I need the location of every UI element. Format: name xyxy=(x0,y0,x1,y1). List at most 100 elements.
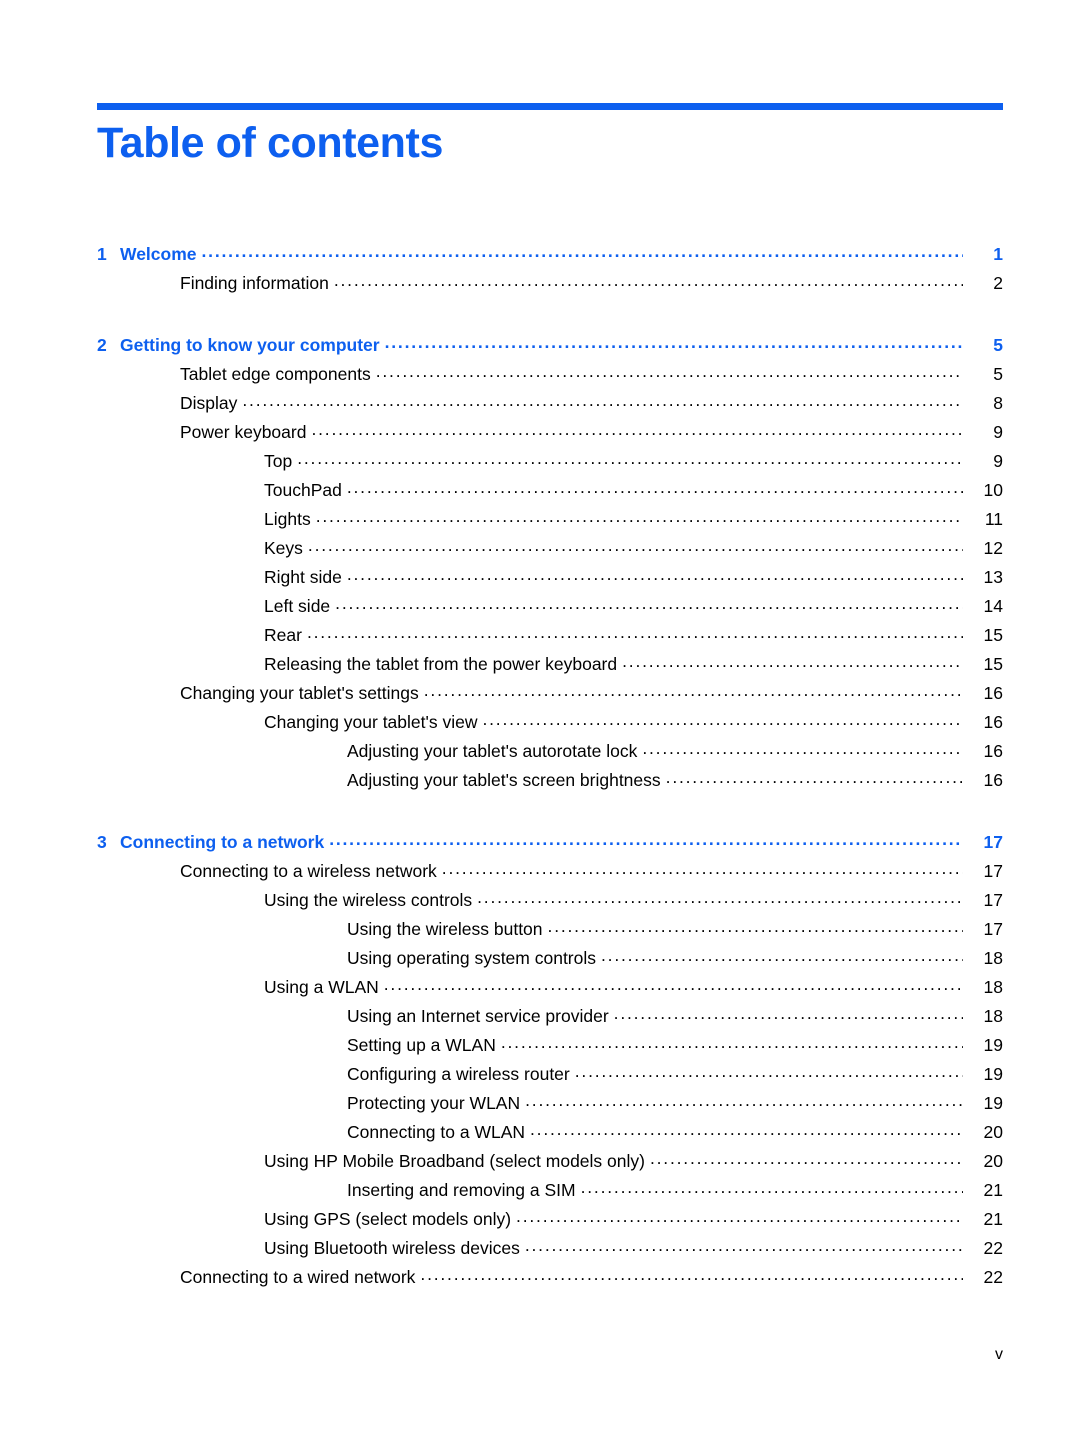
toc-entry-row[interactable]: Connecting to a WLAN 20 xyxy=(97,1118,1003,1147)
toc-dot-leader xyxy=(614,1005,963,1023)
toc-dot-leader xyxy=(334,272,963,290)
toc-entry-row[interactable]: Left side 14 xyxy=(97,592,1003,621)
toc-entry-label: Tablet edge components xyxy=(180,364,371,384)
toc-entry-row[interactable]: Using HP Mobile Broadband (select models… xyxy=(97,1147,1003,1176)
toc-entry-row[interactable]: Using an Internet service provider 18 xyxy=(97,1002,1003,1031)
toc-entry-row[interactable]: Setting up a WLAN 19 xyxy=(97,1031,1003,1060)
toc-entry-row[interactable]: Configuring a wireless router 19 xyxy=(97,1060,1003,1089)
toc-entry-label: Right side xyxy=(264,567,342,587)
toc-dot-leader xyxy=(482,711,963,729)
toc-entry-row[interactable]: Keys 12 xyxy=(97,534,1003,563)
toc-entry-label: Changing your tablet's view xyxy=(264,712,478,732)
table-of-contents: 1Welcome1Finding information2 2Getting to… xyxy=(97,240,1003,1292)
toc-entry-label: Using the wireless controls xyxy=(264,890,473,910)
toc-entry-label: Connecting to a wired network xyxy=(180,1267,416,1287)
toc-entry-row[interactable]: Using operating system controls 18 xyxy=(97,944,1003,973)
toc-dot-leader xyxy=(516,1208,963,1226)
toc-page-number: 19 xyxy=(983,1064,1003,1084)
toc-entry-label: Connecting to a network xyxy=(120,832,325,852)
toc-dot-leader xyxy=(420,1266,963,1284)
toc-entry-row[interactable]: Lights 11 xyxy=(97,505,1003,534)
toc-page-number: 8 xyxy=(993,393,1003,413)
toc-entry-row[interactable]: Power keyboard 9 xyxy=(97,418,1003,447)
toc-entry-row[interactable]: Connecting to a wireless network 17 xyxy=(97,857,1003,886)
toc-chapter-row[interactable]: 2 Getting to know your computer 5 xyxy=(97,331,1003,360)
toc-dot-leader xyxy=(385,334,963,352)
toc-entry-row[interactable]: Using GPS (select models only) 21 xyxy=(97,1205,1003,1234)
toc-dot-leader xyxy=(530,1121,963,1139)
toc-entry-row[interactable]: TouchPad 10 xyxy=(97,476,1003,505)
toc-page-number: 14 xyxy=(983,596,1003,616)
toc-page-number: 16 xyxy=(983,712,1003,732)
toc-entry-label: TouchPad xyxy=(264,480,342,500)
toc-entry-row[interactable]: Display 8 xyxy=(97,389,1003,418)
toc-page-number: 15 xyxy=(983,625,1003,645)
toc-entry-row[interactable]: Finding information 2 xyxy=(97,269,1003,298)
toc-entry-label: Using Bluetooth wireless devices xyxy=(264,1238,520,1258)
toc-entry-row[interactable]: Releasing the tablet from the power keyb… xyxy=(97,650,1003,679)
toc-entry-row[interactable]: Connecting to a wired network 22 xyxy=(97,1263,1003,1292)
toc-dot-leader xyxy=(316,508,963,526)
toc-entry-label: Changing your tablet's settings xyxy=(180,683,419,703)
toc-entry-row[interactable]: Adjusting your tablet's screen brightnes… xyxy=(97,766,1003,795)
toc-page-number: 17 xyxy=(983,890,1003,910)
toc-page-number: 22 xyxy=(983,1267,1003,1287)
toc-entry-label: Using HP Mobile Broadband (select models… xyxy=(264,1151,645,1171)
toc-dot-leader xyxy=(622,653,963,671)
toc-dot-leader xyxy=(666,769,963,787)
page-heading-block: Table of contents xyxy=(97,103,1003,169)
footer-page-number: v xyxy=(995,1346,1003,1363)
heading-accent-rule xyxy=(97,103,1003,110)
toc-entry-row[interactable]: Changing your tablet's settings 16 xyxy=(97,679,1003,708)
toc-entry-label: Using a WLAN xyxy=(264,977,379,997)
toc-entry-label: Setting up a WLAN xyxy=(347,1035,496,1055)
toc-dot-leader xyxy=(581,1179,963,1197)
toc-entry-row[interactable]: Using the wireless controls 17 xyxy=(97,886,1003,915)
toc-chapter-row[interactable]: 3 Connecting to a network 17 xyxy=(97,828,1003,857)
toc-dot-leader xyxy=(650,1150,963,1168)
toc-page-number: 19 xyxy=(983,1093,1003,1113)
toc-entry-row[interactable]: Right side 13 xyxy=(97,563,1003,592)
toc-page-number: 22 xyxy=(983,1238,1003,1258)
toc-entry-row[interactable]: Top 9 xyxy=(97,447,1003,476)
toc-entry-row[interactable]: Using Bluetooth wireless devices 22 xyxy=(97,1234,1003,1263)
toc-dot-leader xyxy=(548,918,963,936)
toc-page-number: 20 xyxy=(983,1122,1003,1142)
toc-entry-row[interactable]: Tablet edge components 5 xyxy=(97,360,1003,389)
toc-entry-label: Configuring a wireless router xyxy=(347,1064,570,1084)
toc-entry-row[interactable]: Inserting and removing a SIM 21 xyxy=(97,1176,1003,1205)
toc-page-number: 9 xyxy=(993,422,1003,442)
toc-page-number: 17 xyxy=(983,861,1003,881)
toc-page-number: 18 xyxy=(983,1006,1003,1026)
toc-page-number: 18 xyxy=(983,948,1003,968)
toc-entry-label: Left side xyxy=(264,596,331,616)
toc-page-number: 11 xyxy=(984,509,1003,529)
toc-dot-leader xyxy=(376,363,963,381)
toc-entry-label: Connecting to a WLAN xyxy=(347,1122,526,1142)
toc-dot-leader xyxy=(575,1063,963,1081)
toc-dot-leader xyxy=(329,831,963,849)
toc-entry-row[interactable]: Adjusting your tablet's autorotate lock 1… xyxy=(97,737,1003,766)
toc-entry-label: Finding information xyxy=(180,273,329,293)
toc-entry-label: Rear xyxy=(264,625,302,645)
toc-entry-label: Protecting your WLAN xyxy=(347,1093,521,1113)
toc-page-number: 5 xyxy=(993,335,1003,355)
toc-entry-label: Keys xyxy=(264,538,303,558)
toc-entry-row[interactable]: Protecting your WLAN 19 xyxy=(97,1089,1003,1118)
toc-page-number: 17 xyxy=(983,919,1003,939)
toc-page-number: 15 xyxy=(983,654,1003,674)
toc-page-number: 17 xyxy=(983,832,1003,852)
toc-entry-row[interactable]: Using a WLAN 18 xyxy=(97,973,1003,1002)
toc-dot-leader xyxy=(335,595,963,613)
toc-entry-label: Lights xyxy=(264,509,311,529)
toc-dot-leader xyxy=(347,566,963,584)
toc-chapter-number: 3 xyxy=(97,832,107,852)
toc-entry-label: Top xyxy=(264,451,293,471)
toc-chapter-row[interactable]: 1 Welcome 1 xyxy=(97,240,1003,269)
toc-dot-leader xyxy=(424,682,963,700)
toc-entry-row[interactable]: Using the wireless button 17 xyxy=(97,915,1003,944)
toc-entry-label: Using GPS (select models only) xyxy=(264,1209,512,1229)
toc-entry-row[interactable]: Rear 15 xyxy=(97,621,1003,650)
toc-dot-leader xyxy=(307,624,963,642)
toc-entry-row[interactable]: Changing your tablet's view 16 xyxy=(97,708,1003,737)
